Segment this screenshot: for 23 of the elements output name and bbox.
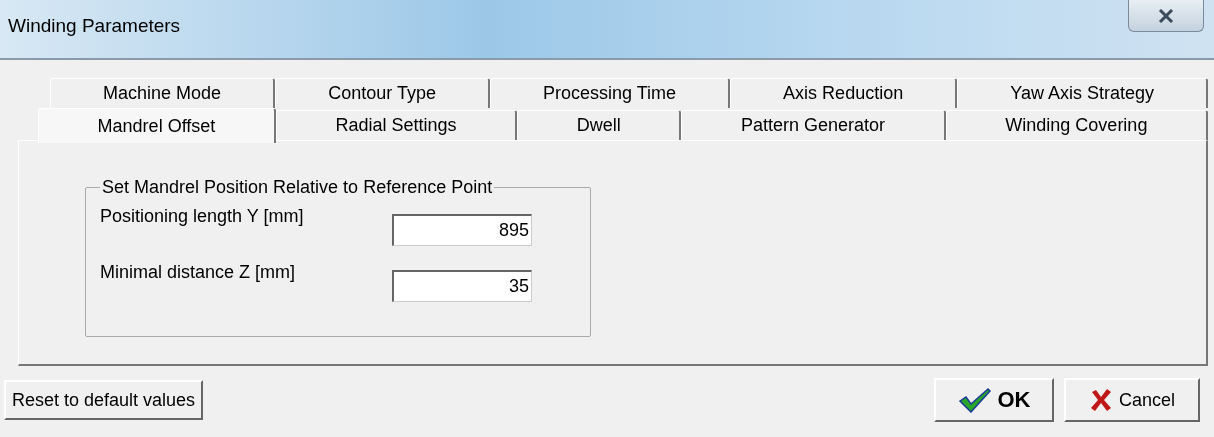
tab[interactable]: Contour Type (275, 78, 490, 108)
tab[interactable]: Winding Covering (945, 110, 1208, 140)
tab[interactable]: Axis Reduction (730, 78, 958, 108)
ok-button[interactable]: OK (934, 378, 1054, 422)
close-icon (1158, 8, 1174, 23)
cancel-button[interactable]: Cancel (1064, 378, 1200, 422)
tab[interactable]: Radial Settings (275, 110, 518, 140)
input-field[interactable]: 35 (392, 270, 532, 302)
group-title: Set Mandrel Position Relative to Reference Point (101, 177, 494, 198)
reset-button[interactable]: Reset to default values (4, 380, 204, 420)
window-title: Winding Parameters (8, 15, 181, 37)
checkmark-icon (957, 387, 992, 413)
tab[interactable]: Processing Time (489, 78, 731, 108)
close-button[interactable] (1128, 0, 1204, 32)
cross-icon (1089, 388, 1113, 412)
field-label: Minimal distance Z [mm] (100, 261, 297, 283)
field-label: Positioning length Y [mm] (100, 205, 305, 227)
input-field[interactable]: 895 (392, 214, 532, 246)
tab[interactable]: Yaw Axis Strategy (957, 78, 1208, 108)
tab[interactable]: Machine Mode (50, 78, 276, 108)
tab[interactable]: Mandrel Offset (38, 108, 276, 143)
tab[interactable]: Pattern Generator (681, 110, 946, 140)
tab[interactable]: Dwell (517, 110, 682, 140)
